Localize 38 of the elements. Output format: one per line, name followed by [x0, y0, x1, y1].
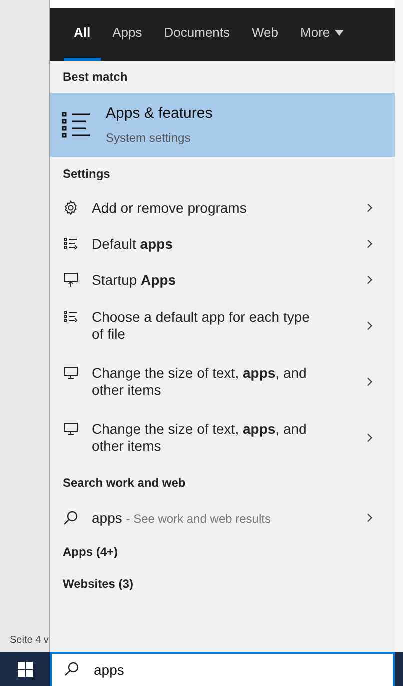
search-field[interactable]: apps [50, 652, 395, 686]
settings-result[interactable]: Default apps [50, 226, 395, 262]
section-header: Search work and web [63, 475, 186, 492]
result-title: Apps & features [106, 104, 213, 124]
result-subtitle: System settings [106, 130, 192, 148]
search-icon [63, 510, 79, 526]
result-label: Default apps [92, 236, 174, 252]
group-header[interactable]: Websites (3) [63, 575, 134, 593]
list-icon [63, 236, 79, 252]
windows-logo-icon[interactable] [18, 662, 32, 676]
settings-result[interactable]: Choose a default app for each type of file [50, 298, 395, 354]
monitor-arrow-icon [63, 272, 79, 288]
section-header: Best match [63, 69, 128, 86]
filter-tab[interactable]: Web [242, 8, 289, 61]
list-icon [63, 309, 79, 325]
settings-result[interactable]: Startup Apps [50, 262, 395, 298]
settings-result[interactable]: Change the size of text, apps, and other items [50, 410, 395, 466]
search-icon [64, 661, 80, 677]
monitor-icon [63, 421, 79, 437]
result-label: apps - See work and web results [92, 508, 271, 528]
list-icon [62, 112, 92, 138]
group-header[interactable]: Apps (4+) [63, 543, 118, 561]
gear-icon [63, 200, 79, 216]
monitor-icon [63, 365, 79, 381]
settings-result[interactable]: Change the size of text, apps, and other items [50, 354, 395, 410]
filter-tab[interactable]: Documents [154, 8, 240, 61]
section-header: Settings [63, 166, 110, 182]
result-label: Change the size of text, apps, and other items [92, 365, 308, 399]
web-search-result[interactable]: apps - See work and web results [50, 500, 395, 536]
result-label: Change the size of text, apps, and other items [92, 421, 308, 455]
result-label: Add or remove programs [92, 200, 248, 216]
result-label: Startup Apps [92, 272, 178, 288]
status-text: Seite 4 v [9, 634, 49, 648]
best-match-item[interactable]: Apps & features System settings [50, 93, 395, 157]
filter-tab[interactable]: More [290, 8, 354, 61]
filter-tab[interactable]: Apps [102, 8, 152, 61]
settings-result[interactable]: Add or remove programs [50, 190, 395, 226]
result-label: Choose a default app for each type of file [92, 309, 311, 343]
